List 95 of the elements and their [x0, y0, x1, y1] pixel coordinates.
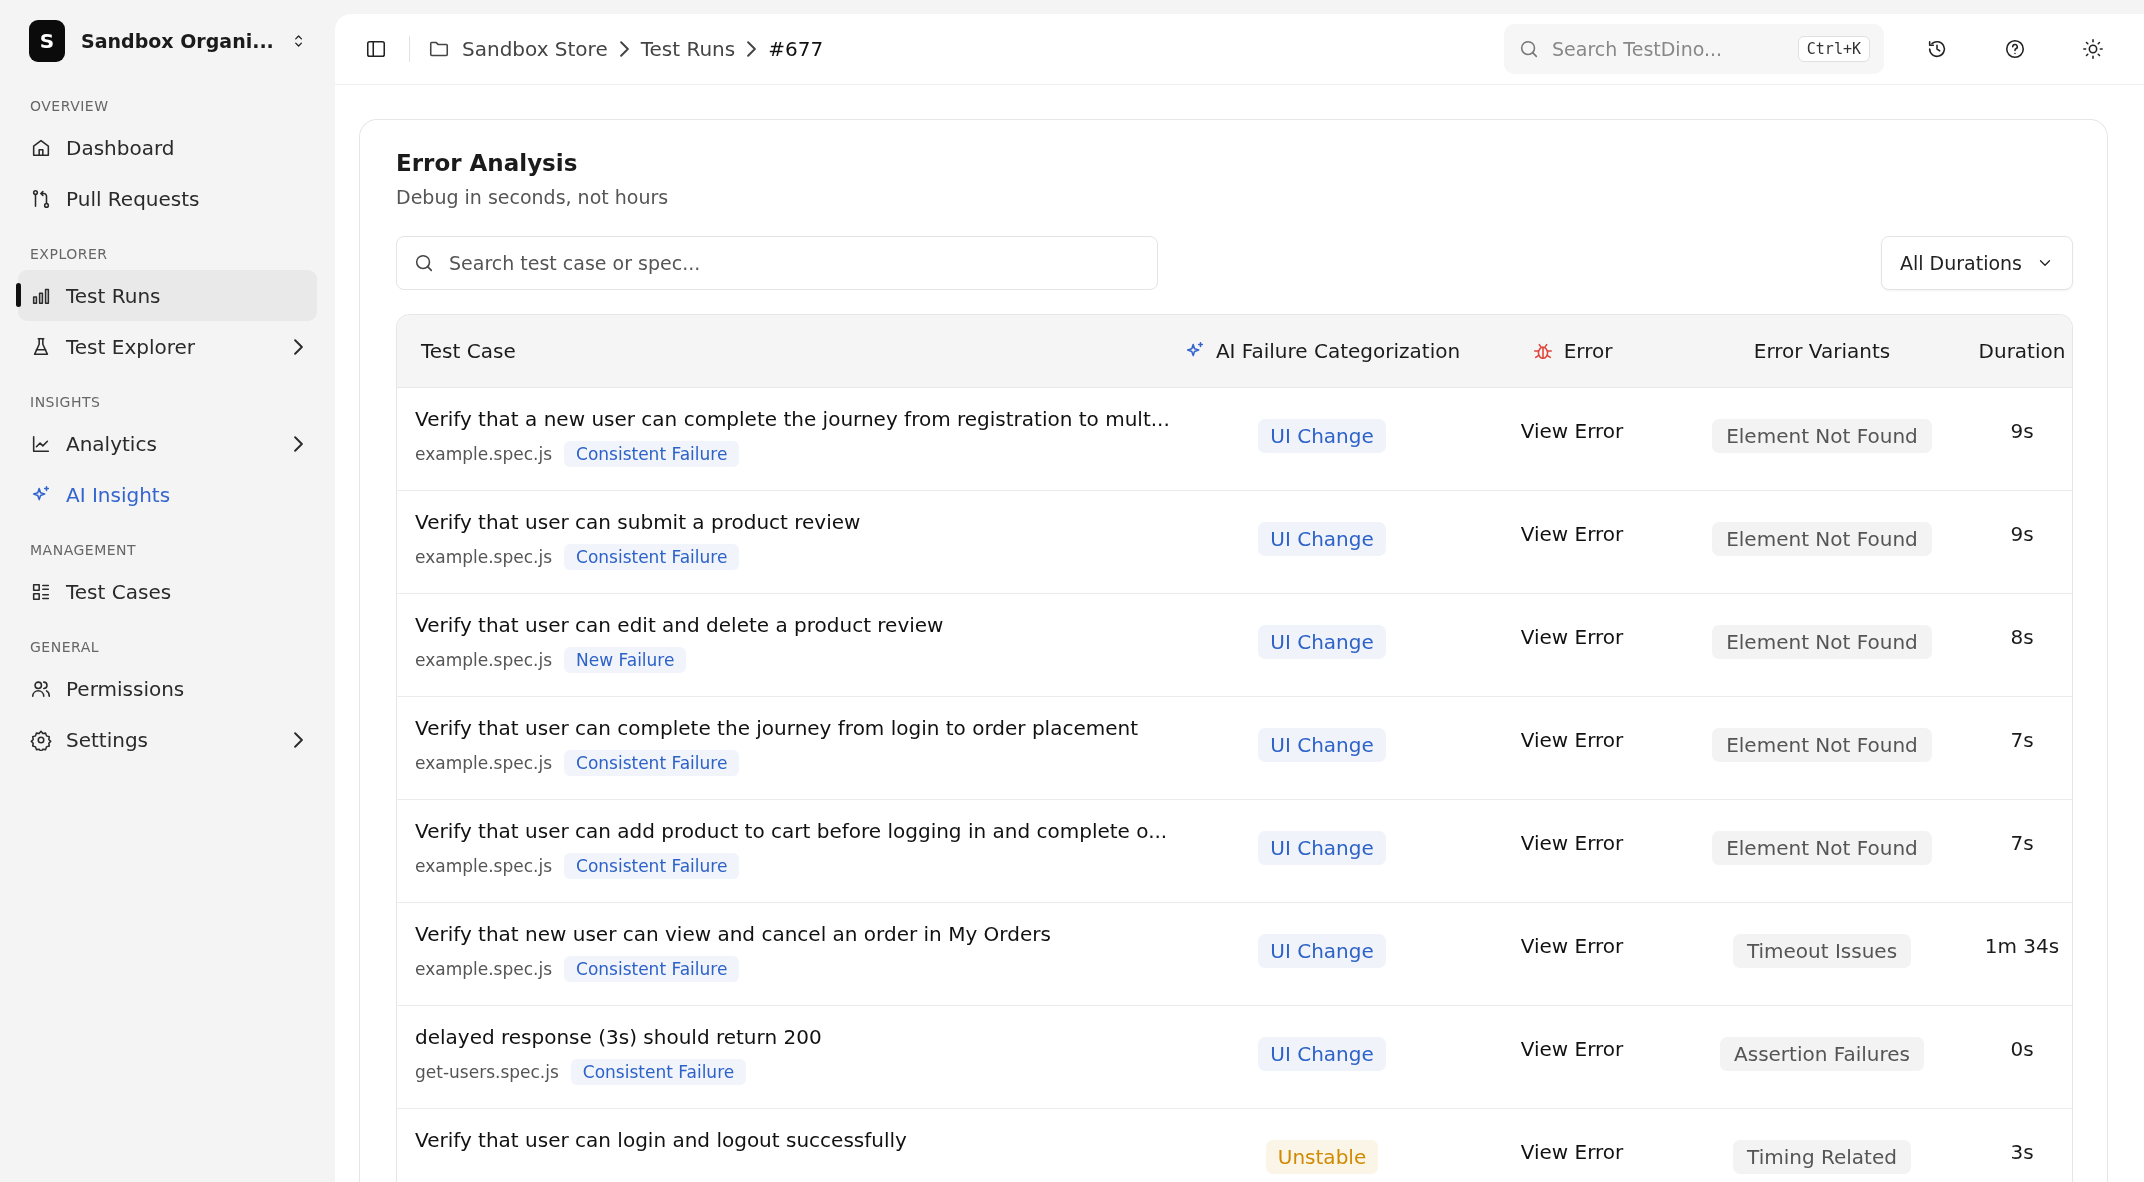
view-error-link[interactable]: View Error [1520, 934, 1624, 958]
test-case-title[interactable]: Verify that new user can view and cancel an order in My Orders [415, 922, 1172, 946]
search-icon [1518, 38, 1540, 60]
duration: 7s [2009, 830, 2035, 855]
spec-file: example.spec.js [415, 856, 552, 876]
variant-tag: Element Not Found [1712, 419, 1932, 453]
test-case-title[interactable]: Verify that user can login and logout successfully [415, 1128, 1172, 1152]
duration: 3s [2009, 1139, 2035, 1164]
sidebar-item[interactable]: Dashboard [18, 122, 317, 173]
variant-tag: Element Not Found [1712, 522, 1932, 556]
variant-tag: Assertion Failures [1720, 1037, 1924, 1071]
test-case-title[interactable]: Verify that a new user can complete the journey from registration to mult... [415, 407, 1172, 431]
spec-file: example.spec.js [415, 547, 552, 567]
card-title: Error Analysis [396, 150, 579, 176]
selection-indicator [16, 283, 21, 307]
chevron-right-icon [294, 731, 303, 748]
duration: 7s [2009, 727, 2035, 752]
breadcrumb-link[interactable]: Sandbox Store [462, 37, 608, 61]
column-header: Duration [1978, 339, 2066, 363]
variant-tag: Timeout Issues [1732, 934, 1912, 968]
sidebar-item[interactable]: Pull Requests [18, 173, 317, 224]
test-case-title[interactable]: Verify that user can add product to cart before logging in and complete o... [415, 819, 1172, 843]
category-tag: UI Change [1258, 522, 1386, 556]
failure-tag: Consistent Failure [564, 750, 740, 776]
chevron-right-icon [619, 41, 629, 57]
search-input[interactable]: Search TestDino... [1550, 37, 1788, 61]
category-tag: UI Change [1258, 728, 1386, 762]
search-field[interactable]: Search test case or spec... [396, 236, 1158, 290]
view-error-link[interactable]: View Error [1520, 728, 1624, 752]
search-icon [413, 252, 435, 274]
duration-dropdown[interactable]: All Durations [1881, 236, 2073, 290]
variant-tag: Element Not Found [1712, 728, 1932, 762]
column-header: Test Case [421, 339, 516, 363]
sidebar-item[interactable]: Permissions [18, 663, 317, 714]
section-label: INSIGHTS [29, 393, 102, 412]
category-tag: UI Change [1258, 419, 1386, 453]
chevron-right-icon [747, 41, 757, 57]
category-tag: UI Change [1258, 625, 1386, 659]
sidebar-item[interactable]: Analytics [18, 418, 317, 469]
organization-name[interactable]: Sandbox Organi... [81, 30, 274, 52]
spec-file: example.spec.js [415, 650, 552, 670]
breadcrumb-link[interactable]: #677 [768, 37, 824, 61]
sidebar-item[interactable]: Test Cases [18, 566, 317, 617]
category-tag: UI Change [1258, 934, 1386, 968]
failure-tag: Consistent Failure [564, 853, 740, 879]
sidebar-item[interactable]: Test Explorer [18, 321, 317, 372]
chevron-right-icon [294, 338, 303, 355]
column-header: Error [1563, 339, 1613, 363]
search-field[interactable]: Search TestDino... Ctrl+K [1504, 24, 1884, 74]
failure-tag: Consistent Failure [564, 441, 740, 467]
column-header: AI Failure Categorization [1215, 339, 1461, 363]
section-label: OVERVIEW [29, 97, 110, 116]
duration: 9s [2009, 521, 2035, 546]
section-label: EXPLORER [29, 245, 109, 264]
sidebar-item[interactable]: Settings [18, 714, 317, 765]
section-label: GENERAL [29, 638, 101, 657]
failure-tag: Consistent Failure [570, 1059, 747, 1085]
category-tag: Unstable [1265, 1140, 1379, 1174]
spec-file: example.spec.js [415, 444, 552, 464]
settings-icon [30, 728, 52, 751]
view-error-link[interactable]: View Error [1520, 419, 1624, 443]
spec-file: example.spec.js [415, 959, 552, 979]
view-error-link[interactable]: View Error [1520, 831, 1624, 855]
duration: 0s [2009, 1036, 2035, 1061]
test-case-title[interactable]: Verify that user can submit a product review [415, 510, 1172, 534]
variant-tag: Element Not Found [1712, 625, 1932, 659]
section-label: MANAGEMENT [29, 541, 138, 560]
category-tag: UI Change [1258, 831, 1386, 865]
view-error-link[interactable]: View Error [1520, 625, 1624, 649]
test-case-title[interactable]: Verify that user can complete the journey from login to order placement [415, 716, 1172, 740]
failure-tag: New Failure [564, 647, 687, 673]
card-subtitle: Debug in seconds, not hours [396, 186, 670, 208]
failure-tag: Consistent Failure [564, 956, 740, 982]
pull-request-icon [30, 187, 52, 210]
duration: 1m 34s [1983, 933, 2061, 958]
column-header: Error Variants [1753, 339, 1891, 363]
duration: 8s [2009, 624, 2035, 649]
view-error-link[interactable]: View Error [1520, 1140, 1624, 1164]
spec-file: example.spec.js [415, 753, 552, 773]
chevron-right-icon [294, 435, 303, 452]
shortcut-key: Ctrl+K [1797, 36, 1870, 62]
view-error-link[interactable]: View Error [1520, 522, 1624, 546]
breadcrumb-link[interactable]: Test Runs [640, 37, 736, 61]
view-error-link[interactable]: View Error [1520, 1037, 1624, 1061]
variant-tag: Timing Related [1733, 1140, 1911, 1174]
organization-logo: S [29, 20, 66, 62]
spec-file: get-users.spec.js [415, 1062, 559, 1082]
duration: 9s [2009, 418, 2035, 443]
failure-tag: Consistent Failure [564, 544, 740, 570]
test-case-title[interactable]: delayed response (3s) should return 200 [415, 1025, 1172, 1049]
category-tag: UI Change [1258, 1037, 1386, 1071]
sidebar-item[interactable]: AI Insights [18, 469, 317, 520]
variant-tag: Element Not Found [1712, 831, 1932, 865]
sidebar-item[interactable]: Test Runs [18, 270, 317, 321]
test-case-title[interactable]: Verify that user can edit and delete a product review [415, 613, 1172, 637]
